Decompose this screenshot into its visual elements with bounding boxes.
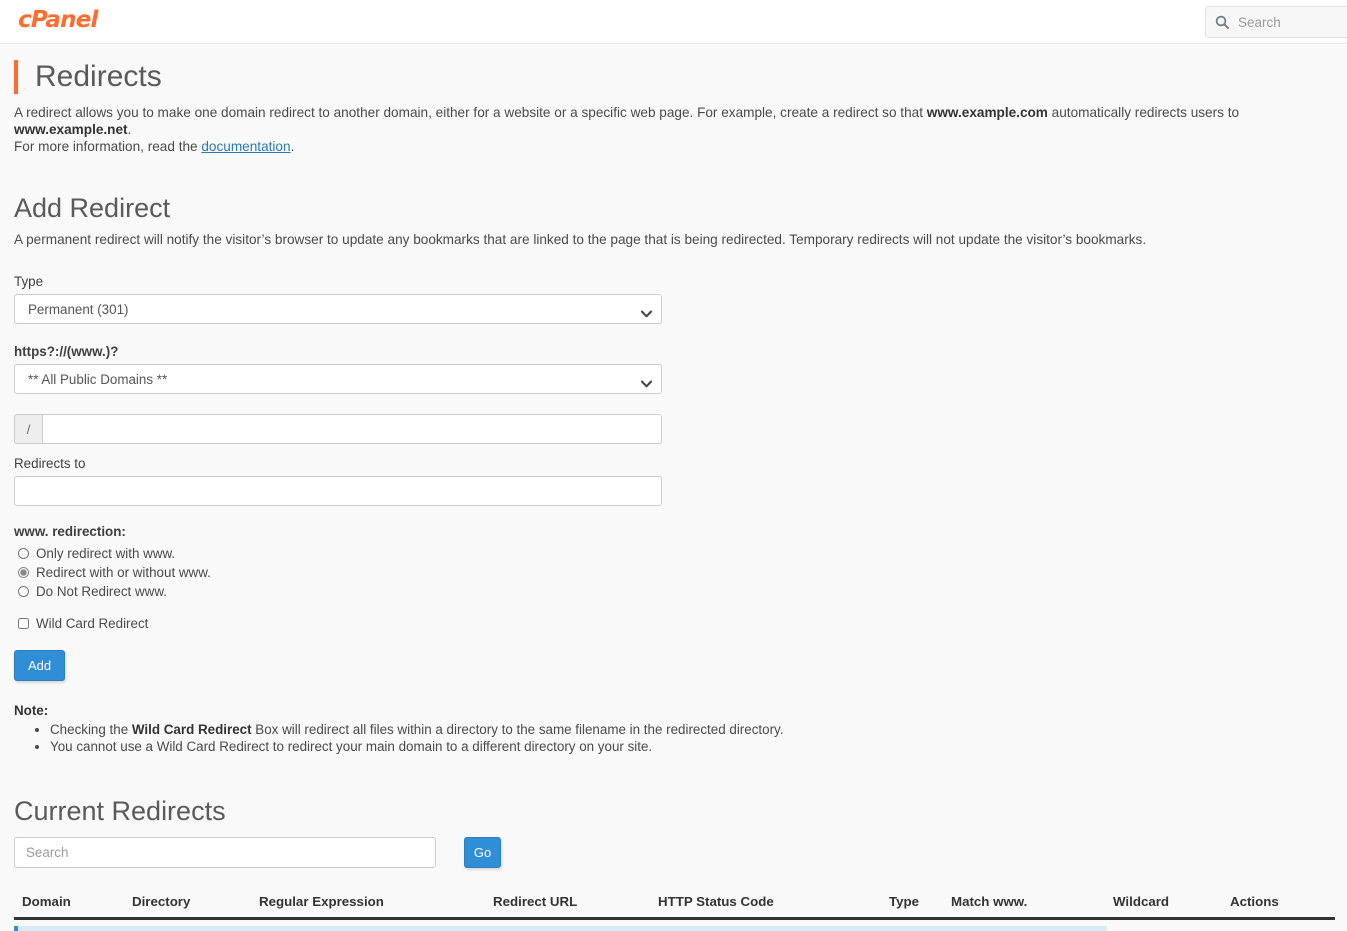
wildcard-redirect-label[interactable]: Wild Card Redirect: [36, 616, 148, 631]
redirects-table: Domain Directory Regular Expression Redi…: [14, 894, 1335, 931]
column-header-redirect-url: Redirect URL: [493, 894, 578, 909]
domain-select[interactable]: ** All Public Domains **: [14, 364, 662, 394]
go-button[interactable]: Go: [464, 837, 501, 868]
redirects-to-input[interactable]: [14, 476, 662, 506]
www-option-do-not-redirect[interactable]: Do Not Redirect www.: [14, 582, 1333, 600]
title-accent-bar: [14, 60, 18, 94]
column-header-regular-expression: Regular Expression: [259, 894, 384, 909]
page-body: Redirects A redirect allows you to make …: [0, 60, 1347, 931]
current-redirects-heading: Current Redirects: [14, 796, 226, 826]
note-item: Checking the Wild Card Redirect Box will…: [50, 722, 1333, 738]
redirects-search-input[interactable]: [14, 837, 436, 868]
page-intro-text: A redirect allows you to make one domain…: [14, 104, 1333, 155]
www-radio-with-or-without-www[interactable]: [18, 566, 29, 578]
intro-sentence-3: .: [127, 122, 132, 137]
global-search-box[interactable]: [1205, 6, 1347, 38]
www-radio-label[interactable]: Redirect with or without www.: [36, 565, 211, 580]
note-item: You cannot use a Wild Card Redirect to r…: [50, 739, 1333, 755]
table-search-row: Go: [14, 837, 1333, 868]
note-list: Checking the Wild Card Redirect Box will…: [14, 722, 1333, 755]
path-input[interactable]: [42, 414, 662, 444]
page-title-text: Redirects: [35, 60, 162, 93]
page-title: Redirects: [14, 60, 1333, 94]
note-title: Note:: [14, 703, 49, 718]
column-header-type: Type: [889, 894, 920, 909]
type-select-wrapper: Permanent (301): [14, 294, 662, 324]
search-icon: [1215, 15, 1229, 29]
www-radio-label[interactable]: Only redirect with www.: [36, 546, 175, 561]
intro-sentence-2: automatically redirects users to: [1047, 105, 1240, 120]
wildcard-redirect-checkbox[interactable]: [18, 617, 29, 629]
www-radio-only-with-www[interactable]: [18, 547, 29, 559]
intro-example-to: www.example.net: [14, 122, 128, 137]
intro-line2-prefix: For more information, read the: [14, 139, 202, 154]
www-redirection-label: www. redirection:: [14, 524, 126, 539]
note-1-bold: Wild Card Redirect: [131, 722, 252, 737]
global-search-input[interactable]: [1236, 13, 1347, 31]
column-header-match-www: Match www.: [951, 894, 1028, 909]
domain-select-wrapper: ** All Public Domains **: [14, 364, 662, 394]
column-header-http-status-code: HTTP Status Code: [658, 894, 774, 909]
note-1-suffix: Box will redirect all files within a dir…: [251, 722, 784, 737]
empty-state-message: There are no redirects configured for yo…: [14, 926, 1107, 931]
intro-sentence-1: A redirect allows you to make one domain…: [14, 105, 927, 120]
path-prefix-addon: /: [14, 414, 42, 444]
column-header-actions: Actions: [1230, 894, 1279, 909]
type-label: Type: [14, 274, 44, 289]
intro-example-from: www.example.com: [926, 105, 1048, 120]
domain-label: https?://(www.)?: [14, 344, 119, 359]
add-redirect-description: A permanent redirect will notify the vis…: [14, 232, 1147, 247]
wildcard-redirect-row[interactable]: Wild Card Redirect: [14, 614, 1333, 632]
column-header-directory: Directory: [132, 894, 191, 909]
documentation-link[interactable]: documentation: [201, 139, 290, 154]
www-radio-label[interactable]: Do Not Redirect www.: [36, 584, 167, 599]
intro-line2-suffix: .: [290, 139, 295, 154]
add-redirect-heading: Add Redirect: [14, 193, 171, 223]
column-header-wildcard: Wildcard: [1113, 894, 1170, 909]
www-option-only-with-www[interactable]: Only redirect with www.: [14, 544, 1333, 562]
add-button[interactable]: Add: [14, 650, 66, 681]
www-option-with-or-without-www[interactable]: Redirect with or without www.: [14, 563, 1333, 581]
cpanel-logo[interactable]: cPanel: [18, 9, 98, 32]
type-select[interactable]: Permanent (301): [14, 294, 662, 324]
column-header-domain: Domain: [22, 894, 71, 909]
note-1-prefix: Checking the: [50, 722, 132, 737]
table-header-row: Domain Directory Regular Expression Redi…: [14, 894, 1335, 920]
redirects-to-label: Redirects to: [14, 456, 86, 471]
www-radio-do-not-redirect[interactable]: [18, 585, 29, 597]
path-input-group: /: [14, 414, 662, 444]
top-header-bar: cPanel: [0, 0, 1347, 44]
